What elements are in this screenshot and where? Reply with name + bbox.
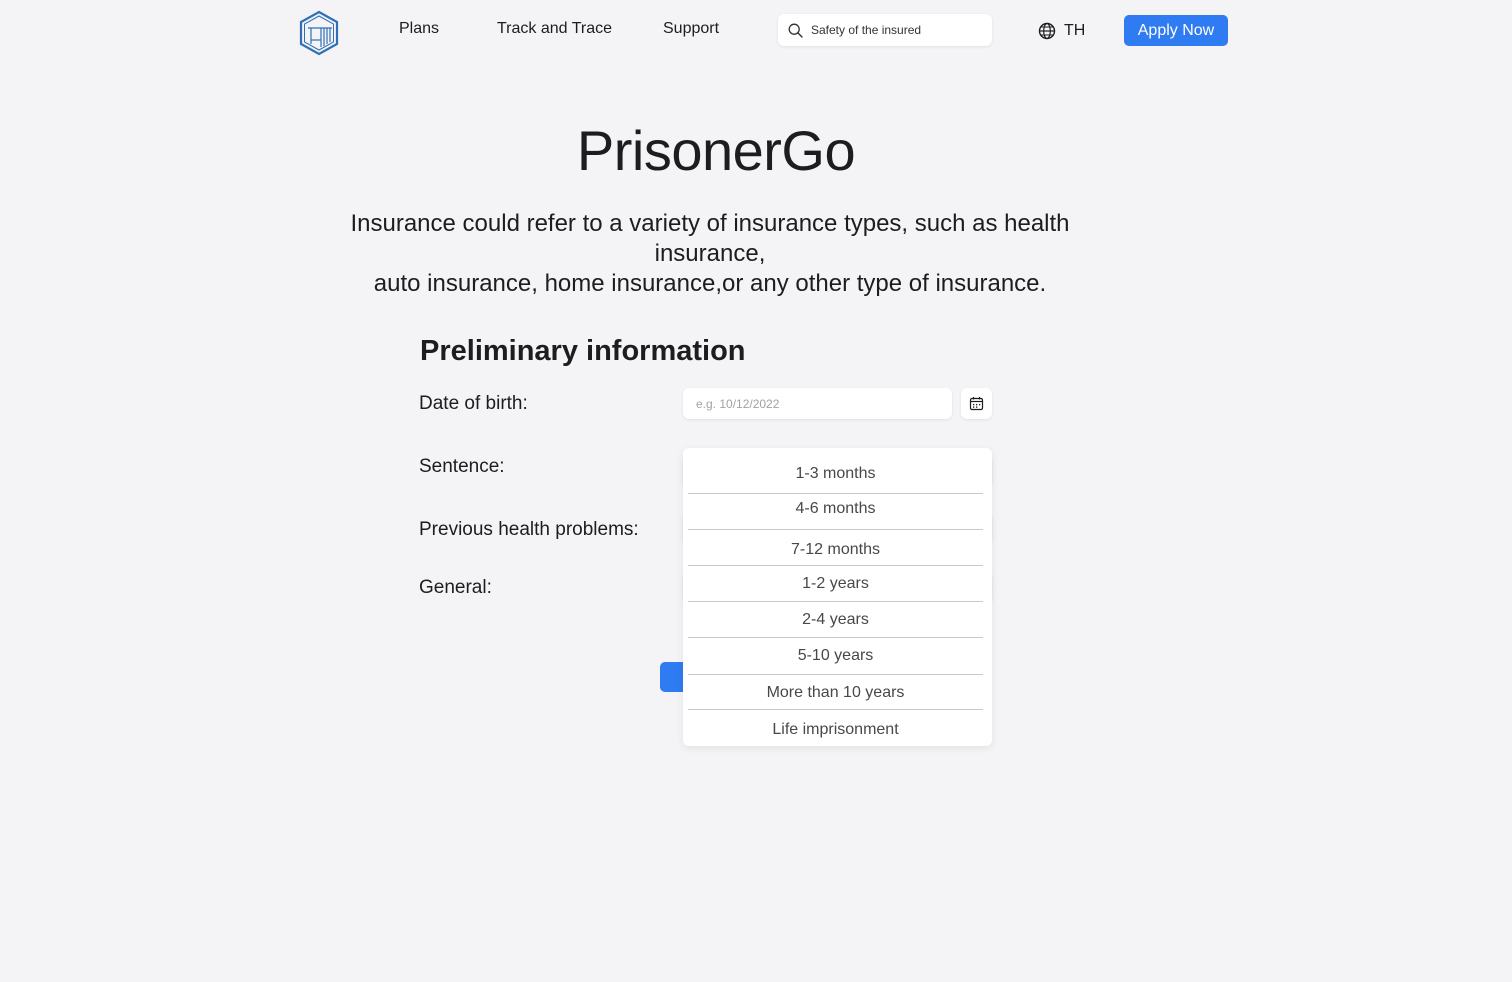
form-title: Preliminary information <box>420 335 746 367</box>
hero-subtitle-line-1: Insurance could refer to a variety of in… <box>350 210 1070 267</box>
dropdown-option[interactable]: 5-10 years <box>688 638 983 674</box>
calendar-button[interactable] <box>961 388 992 419</box>
dropdown-option[interactable]: 2-4 years <box>688 602 983 638</box>
search-box[interactable] <box>778 14 992 46</box>
page-title: PrisonerGo <box>576 119 856 182</box>
apply-now-button[interactable]: Apply Now <box>1124 15 1228 46</box>
divider <box>688 529 983 530</box>
dropdown-option[interactable]: 7-12 months <box>688 532 983 568</box>
nav-link-support[interactable]: Support <box>663 20 719 38</box>
page: Plans Track and Trace Support TH Apply N… <box>0 0 1512 982</box>
search-input[interactable] <box>811 23 981 37</box>
dob-label: Date of birth: <box>419 393 528 414</box>
dropdown-option[interactable]: 1-2 years <box>688 566 983 602</box>
sentence-label: Sentence: <box>419 456 505 477</box>
health-problems-label: Previous health problems: <box>419 519 639 540</box>
hero-subtitle: Insurance could refer to a variety of in… <box>300 209 1120 299</box>
language-label: TH <box>1064 22 1086 39</box>
divider <box>688 709 983 710</box>
sentence-dropdown: 1-3 months 4-6 months 7-12 months 1-2 ye… <box>683 448 992 746</box>
dropdown-option[interactable]: Life imprisonment <box>688 712 983 748</box>
dob-input[interactable] <box>683 388 952 419</box>
dropdown-option[interactable]: 4-6 months <box>688 491 983 527</box>
calendar-icon <box>969 397 984 411</box>
logo[interactable] <box>298 10 340 56</box>
search-icon <box>788 23 803 38</box>
hexagon-logo-icon <box>299 10 339 56</box>
general-label: General: <box>419 577 492 598</box>
dropdown-option[interactable]: More than 10 years <box>688 675 983 711</box>
nav-link-plans[interactable]: Plans <box>399 20 439 38</box>
language-selector[interactable]: TH <box>1038 22 1085 40</box>
dropdown-option[interactable]: 1-3 months <box>688 456 983 492</box>
hero-subtitle-line-2: auto insurance, home insurance,or any ot… <box>373 270 1047 297</box>
globe-icon <box>1038 22 1056 40</box>
nav-link-track-and-trace[interactable]: Track and Trace <box>497 20 612 38</box>
